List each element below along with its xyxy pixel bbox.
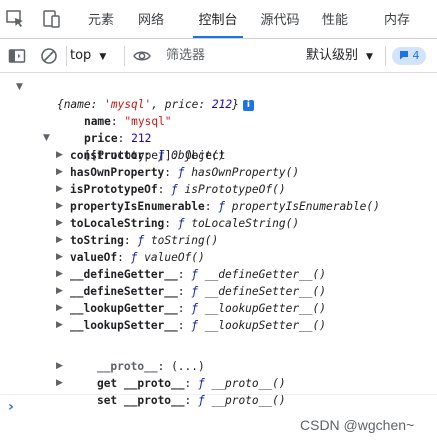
toolbar-divider bbox=[385, 46, 386, 66]
collapsed-triangle-icon[interactable]: ▶ bbox=[56, 181, 63, 198]
collapsed-triangle-icon[interactable]: ▶ bbox=[56, 266, 63, 283]
watermark: CSDN @wgchen~ bbox=[300, 417, 415, 433]
tab-performance[interactable]: 性能 bbox=[318, 0, 352, 38]
object-summary[interactable]: ▼ {name: 'mysql', price: 212} i bbox=[16, 79, 254, 111]
collapsed-triangle-icon[interactable]: ▶ bbox=[56, 317, 63, 334]
prototype-method-row[interactable]: ▶ propertyIsEnumerable: ƒ propertyIsEnume… bbox=[56, 198, 380, 215]
filter-input[interactable]: 筛选器 bbox=[166, 45, 286, 67]
prototype-method-row[interactable]: ▶ hasOwnProperty: ƒ hasOwnProperty() bbox=[56, 164, 299, 181]
collapsed-triangle-icon[interactable]: ▶ bbox=[56, 358, 63, 375]
prototype-method-row[interactable]: ▶ __defineGetter__: ƒ __defineGetter__() bbox=[56, 266, 326, 283]
tab-console[interactable]: 控制台 bbox=[189, 0, 247, 38]
collapsed-triangle-icon[interactable]: ▶ bbox=[56, 215, 63, 232]
prototype-method-row[interactable]: ▶ toLocaleString: ƒ toLocaleString() bbox=[56, 215, 299, 232]
sidebar-toggle-icon[interactable] bbox=[8, 47, 26, 65]
prompt-divider bbox=[0, 394, 437, 395]
info-icon[interactable]: i bbox=[242, 99, 254, 111]
context-label: top bbox=[70, 48, 92, 63]
tab-network[interactable]: 网络 bbox=[134, 0, 168, 38]
prototype-method-row[interactable]: ▶ constructor: ƒ Object() bbox=[56, 147, 225, 164]
collapsed-triangle-icon[interactable]: ▶ bbox=[56, 147, 63, 164]
prototype-method-row[interactable]: ▶ valueOf: ƒ valueOf() bbox=[56, 249, 205, 266]
log-levels-dropdown[interactable]: 默认级别 ▼ bbox=[306, 45, 373, 67]
issues-badge[interactable]: 4 bbox=[392, 47, 426, 65]
live-expression-eye-icon[interactable] bbox=[133, 48, 151, 64]
prototype-method-row[interactable]: ▶ __lookupSetter__: ƒ __lookupSetter__() bbox=[56, 317, 326, 334]
tab-sources[interactable]: 源代码 bbox=[256, 0, 304, 38]
collapsed-triangle-icon[interactable]: ▶ bbox=[56, 198, 63, 215]
message-icon bbox=[399, 51, 408, 60]
prototype-method-row[interactable]: ▶ toString: ƒ toString() bbox=[56, 232, 218, 249]
prototype-row[interactable]: ▼ [[Prototype]]: Object bbox=[43, 130, 225, 162]
getter-row[interactable]: ▶ get __proto__: ƒ __proto__() bbox=[56, 358, 286, 390]
caret-down-icon: ▼ bbox=[99, 52, 107, 62]
collapsed-triangle-icon[interactable]: ▶ bbox=[56, 300, 63, 317]
toolbar-divider bbox=[66, 46, 67, 66]
collapsed-triangle-icon[interactable]: ▶ bbox=[56, 249, 63, 266]
prototype-method-row[interactable]: ▶ isPrototypeOf: ƒ isPrototypeOf() bbox=[56, 181, 286, 198]
caret-down-icon: ▼ bbox=[366, 52, 373, 62]
expand-triangle-icon[interactable]: ▼ bbox=[43, 130, 50, 147]
clear-console-icon[interactable] bbox=[40, 47, 58, 65]
devtools-tab-bar: 元素 网络 控制台 源代码 性能 内存 bbox=[0, 0, 437, 39]
prototype-method-row[interactable]: ▶ __lookupGetter__: ƒ __lookupGetter__() bbox=[56, 300, 326, 317]
tab-elements[interactable]: 元素 bbox=[84, 0, 118, 38]
tab-memory[interactable]: 内存 bbox=[380, 0, 414, 38]
log-levels-label: 默认级别 bbox=[306, 48, 359, 63]
collapsed-triangle-icon[interactable]: ▶ bbox=[56, 375, 63, 392]
collapsed-triangle-icon[interactable]: ▶ bbox=[56, 164, 63, 181]
console-prompt[interactable]: › bbox=[8, 399, 14, 415]
context-selector[interactable]: top ▼ bbox=[70, 45, 106, 67]
proto-accessor-row[interactable]: __proto__: (...) bbox=[70, 341, 205, 373]
setter-row[interactable]: ▶ set __proto__: ƒ __proto__() bbox=[56, 375, 286, 407]
collapsed-triangle-icon[interactable]: ▶ bbox=[56, 232, 63, 249]
device-toolbar-icon[interactable] bbox=[40, 8, 62, 30]
collapsed-triangle-icon[interactable]: ▶ bbox=[56, 283, 63, 300]
toolbar-divider bbox=[124, 46, 125, 66]
property-row: name: "mysql" bbox=[83, 115, 172, 128]
expand-triangle-icon[interactable]: ▼ bbox=[16, 79, 23, 96]
issues-count: 4 bbox=[412, 49, 420, 62]
property-row: price: 212 bbox=[83, 132, 152, 145]
inspect-element-icon[interactable] bbox=[4, 8, 26, 30]
console-toolbar: top ▼ 筛选器 默认级别 ▼ 4 bbox=[0, 39, 437, 73]
prototype-method-row[interactable]: ▶ __defineSetter__: ƒ __defineSetter__() bbox=[56, 283, 326, 300]
